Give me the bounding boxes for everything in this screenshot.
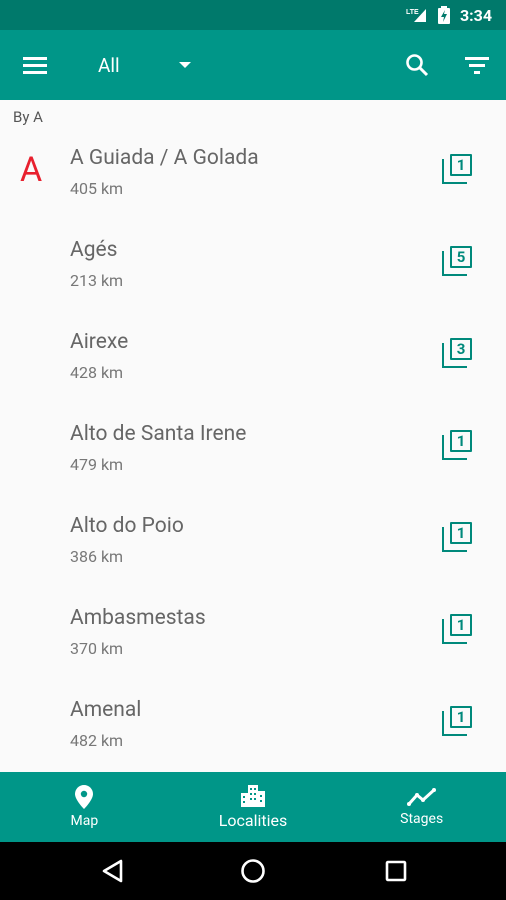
hamburger-menu-icon <box>23 57 47 74</box>
sort-filter-button[interactable] <box>456 30 498 100</box>
localities-list: A A Guiada / A Golada 405 km 1 Agés 213 … <box>0 132 506 776</box>
locality-name: A Guiada / A Golada <box>70 146 259 170</box>
filter-value: All <box>98 53 120 77</box>
index-letter: A <box>20 150 43 190</box>
buildings-icon <box>241 784 265 807</box>
stages-badge-icon[interactable]: 1 <box>442 614 472 644</box>
locality-distance: 213 km <box>70 271 124 290</box>
filter-dropdown[interactable]: All <box>98 30 192 100</box>
locality-distance: 482 km <box>70 731 124 750</box>
menu-button[interactable] <box>14 30 56 100</box>
svg-text:LTE: LTE <box>406 9 419 16</box>
section-header: By A <box>13 108 43 126</box>
list-item[interactable]: Airexe 428 km 3 <box>0 316 506 408</box>
recents-button[interactable] <box>366 842 426 900</box>
bottom-navigation: Map Localities Stages <box>0 772 506 842</box>
stages-badge-icon[interactable]: 1 <box>442 154 472 184</box>
home-button[interactable] <box>223 842 283 900</box>
locality-distance: 428 km <box>70 363 124 382</box>
list-item[interactable]: Agés 213 km 5 <box>0 224 506 316</box>
nav-stages[interactable]: Stages <box>337 772 506 842</box>
system-navigation-bar <box>0 842 506 900</box>
back-button[interactable] <box>82 842 142 900</box>
status-bar: LTE 3:34 <box>0 0 506 30</box>
locality-name: Agés <box>70 238 118 262</box>
locality-distance: 405 km <box>70 179 124 198</box>
nav-map[interactable]: Map <box>0 772 169 842</box>
nav-map-label: Map <box>70 813 99 829</box>
nav-stages-label: Stages <box>400 811 444 827</box>
dropdown-arrow-icon <box>179 62 191 68</box>
filter-list-icon <box>465 57 489 74</box>
list-item[interactable]: Alto de Santa Irene 479 km 1 <box>0 408 506 500</box>
map-pin-icon <box>75 785 94 809</box>
stages-badge-icon[interactable]: 1 <box>442 522 472 552</box>
search-button[interactable] <box>396 30 438 100</box>
home-circle-icon <box>241 859 265 883</box>
locality-name: Airexe <box>70 330 129 354</box>
locality-name: Ambasmestas <box>70 606 206 630</box>
list-item[interactable]: Ambasmestas 370 km 1 <box>0 592 506 684</box>
locality-name: Alto do Poio <box>70 514 184 538</box>
stages-badge-icon[interactable]: 5 <box>442 246 472 276</box>
app-bar: All <box>0 30 506 100</box>
locality-name: Amenal <box>70 698 142 722</box>
list-item[interactable]: Alto do Poio 386 km 1 <box>0 500 506 592</box>
status-time: 3:34 <box>459 5 492 25</box>
nav-localities[interactable]: Localities <box>169 772 338 842</box>
recents-square-icon <box>385 860 407 882</box>
list-item[interactable]: A A Guiada / A Golada 405 km 1 <box>0 132 506 224</box>
locality-distance: 479 km <box>70 455 124 474</box>
search-icon <box>406 54 429 77</box>
battery-charging-icon <box>437 6 450 24</box>
nav-localities-label: Localities <box>218 810 288 830</box>
stages-badge-icon[interactable]: 1 <box>442 430 472 460</box>
list-item[interactable]: Amenal 482 km 1 <box>0 684 506 776</box>
stages-badge-icon[interactable]: 1 <box>442 706 472 736</box>
locality-distance: 370 km <box>70 639 124 658</box>
locality-distance: 386 km <box>70 547 124 566</box>
locality-name: Alto de Santa Irene <box>70 422 247 446</box>
back-triangle-icon <box>102 859 123 883</box>
trend-icon <box>406 788 436 806</box>
stages-badge-icon[interactable]: 3 <box>442 338 472 368</box>
lte-signal-icon: LTE <box>406 7 428 23</box>
